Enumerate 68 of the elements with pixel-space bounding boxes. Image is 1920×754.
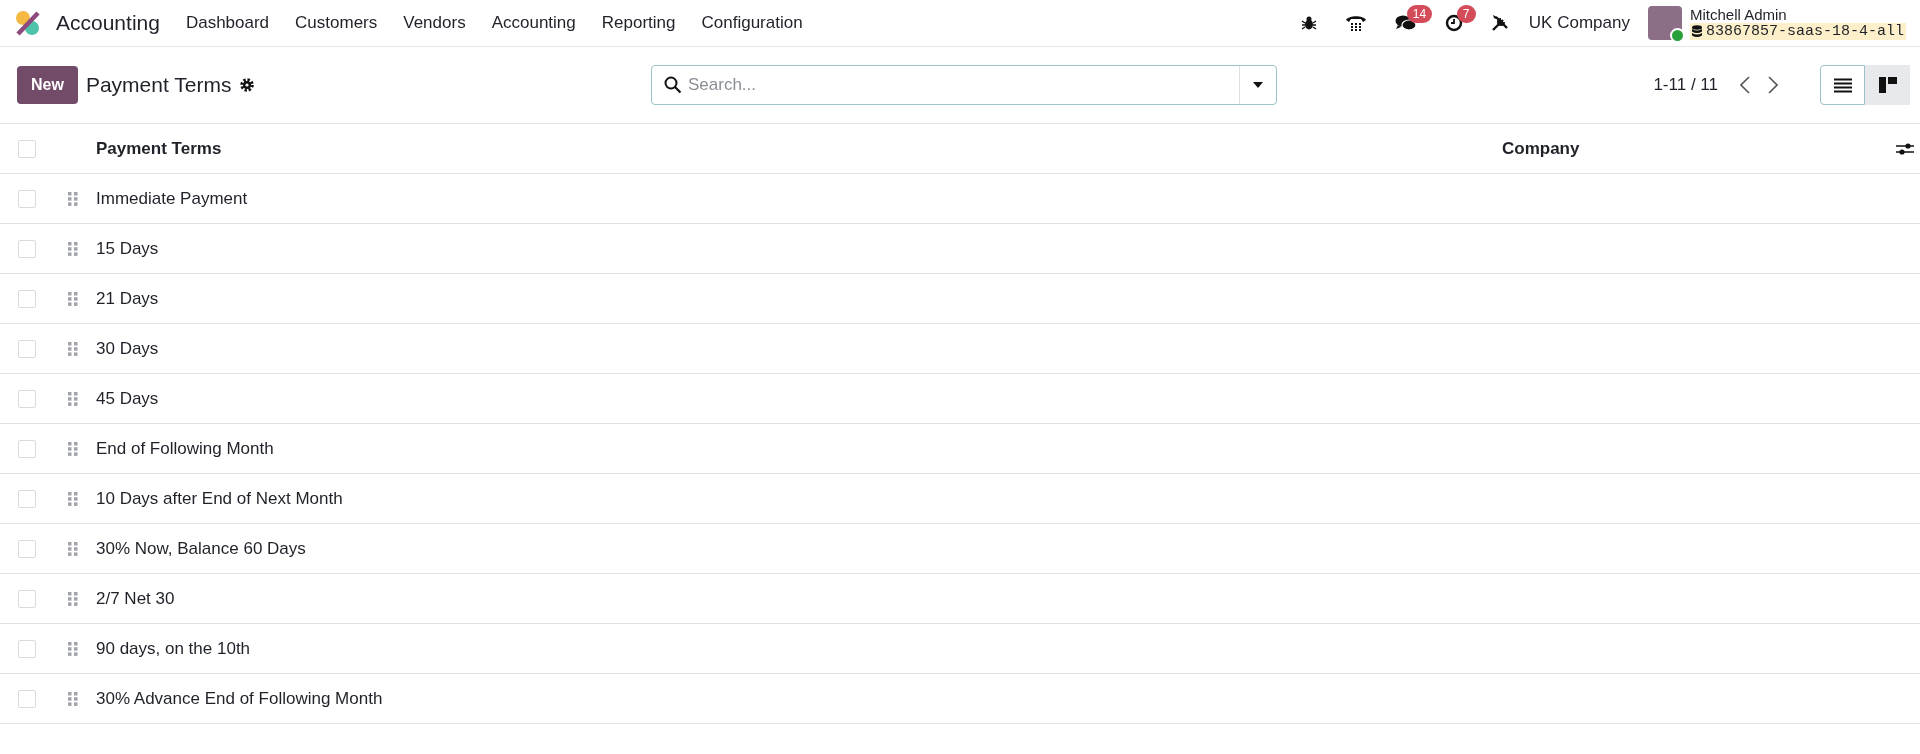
table-cell: 30 Days <box>96 338 159 358</box>
row-checkbox[interactable] <box>18 289 36 308</box>
company-switcher[interactable]: UK Company <box>1528 13 1630 33</box>
menu-item[interactable]: Customers <box>295 13 378 33</box>
bug-icon[interactable] <box>1300 15 1317 31</box>
column-header[interactable]: Payment Terms <box>96 138 222 158</box>
menu-item[interactable]: Vendors <box>403 13 466 33</box>
breadcrumb: Payment Terms <box>85 73 232 97</box>
settings-icon[interactable] <box>239 77 256 93</box>
search-bar[interactable]: Search... <box>651 65 1277 105</box>
table-cell: 10 Days after End of Next Month <box>96 488 343 508</box>
list-icon <box>1833 77 1852 93</box>
next-icon[interactable] <box>1768 76 1778 94</box>
drag-handle-icon[interactable] <box>68 691 78 706</box>
database-icon <box>1691 24 1702 38</box>
app-logo-icon[interactable] <box>14 9 42 37</box>
drag-handle-icon[interactable] <box>68 291 78 306</box>
table-cell: Immediate Payment <box>96 188 248 208</box>
column-options-icon[interactable] <box>1896 141 1914 156</box>
table-cell: End of Following Month <box>96 438 274 458</box>
previous-icon[interactable] <box>1740 76 1750 94</box>
kanban-icon <box>1878 77 1897 93</box>
row-checkbox[interactable] <box>18 239 36 258</box>
table-cell: 90 days, on the 10th <box>96 638 251 658</box>
pager-value[interactable]: 1-11 / 11 <box>1653 75 1718 95</box>
view-switch-button[interactable] <box>1820 65 1865 105</box>
user-name[interactable]: Mitchell Admin <box>1689 6 1906 23</box>
drag-handle-icon[interactable] <box>68 441 78 456</box>
new-button[interactable]: New <box>17 66 78 104</box>
count-badge: 7 <box>1456 5 1476 23</box>
menu-item[interactable]: Dashboard <box>185 13 270 33</box>
table-cell: 21 Days <box>96 288 159 308</box>
row-checkbox[interactable] <box>18 639 36 658</box>
column-header[interactable]: Company <box>1502 138 1580 158</box>
row-checkbox[interactable] <box>18 489 36 508</box>
select-all-checkbox[interactable] <box>18 139 36 158</box>
row-checkbox[interactable] <box>18 339 36 358</box>
drag-handle-icon[interactable] <box>68 341 78 356</box>
menu-item[interactable]: Accounting <box>491 13 576 33</box>
table-cell: 45 Days <box>96 388 159 408</box>
table-cell: 15 Days <box>96 238 159 258</box>
drag-handle-icon[interactable] <box>68 191 78 206</box>
drag-handle-icon[interactable] <box>68 391 78 406</box>
database-name: 83867857-saas-18-4-all <box>1705 22 1904 40</box>
row-checkbox[interactable] <box>18 689 36 708</box>
drag-handle-icon[interactable] <box>68 641 78 656</box>
view-switch-button[interactable] <box>1865 65 1910 105</box>
row-checkbox[interactable] <box>18 589 36 608</box>
caret-icon[interactable] <box>1253 82 1263 88</box>
row-checkbox[interactable] <box>18 189 36 208</box>
drag-handle-icon[interactable] <box>68 491 78 506</box>
table-cell: 30% Advance End of Following Month <box>96 688 383 708</box>
search-icon <box>664 76 682 94</box>
drag-handle-icon[interactable] <box>68 241 78 256</box>
menu-item[interactable]: Configuration <box>701 13 803 33</box>
user-avatar[interactable] <box>1647 6 1682 40</box>
table-cell: 2/7 Net 30 <box>96 588 175 608</box>
clock-icon[interactable] <box>1444 14 1463 32</box>
drag-handle-icon[interactable] <box>68 591 78 606</box>
row-checkbox[interactable] <box>18 539 36 558</box>
app-name[interactable]: Accounting <box>56 11 160 35</box>
count-badge: 14 <box>1406 5 1433 23</box>
table-cell: 30% Now, Balance 60 Days <box>96 538 306 558</box>
row-checkbox[interactable] <box>18 389 36 408</box>
drag-handle-icon[interactable] <box>68 541 78 556</box>
phone-icon[interactable] <box>1344 14 1367 32</box>
menu-item[interactable]: Reporting <box>601 13 676 33</box>
row-checkbox[interactable] <box>18 439 36 458</box>
